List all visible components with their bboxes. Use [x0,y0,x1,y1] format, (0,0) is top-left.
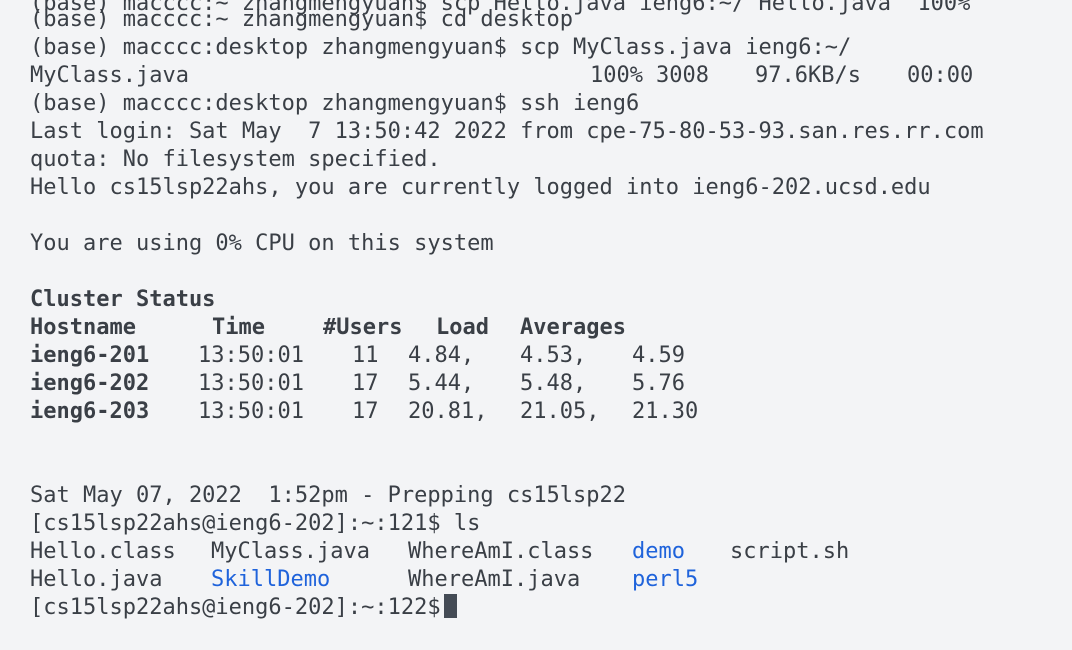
cluster-host: ieng6-202 [30,371,150,396]
ls-entry: script.sh [730,539,850,564]
command-line-scp: (base) macccc:desktop zhangmengyuan$ scp… [30,35,852,60]
cluster-users: 17 [352,371,379,396]
cluster-row: ieng6-202 13:50:01 17 5.44, 5.48, 5.76 [30,370,1072,398]
ls-entry: Hello.class [30,539,176,564]
ls-entry: MyClass.java [211,539,370,564]
transfer-percent: 100% [590,63,643,88]
header-hostname: Hostname [30,315,136,340]
cluster-time: 13:50:01 [198,371,304,396]
ls-output-row: Hello.class MyClass.java WhereAmI.class dem… [30,538,1072,566]
cluster-load-5: 4.53, [520,343,587,368]
header-load: Load [436,315,489,340]
cluster-load-15: 5.76 [632,371,685,396]
cluster-load-1: 4.84, [408,343,475,368]
ls-prompt-line: [cs15lsp22ahs@ieng6-202]:~:121$ ls [30,511,481,536]
text-cursor-icon [443,594,457,618]
header-time: Time [212,315,265,340]
cluster-users: 11 [352,343,379,368]
cluster-host: ieng6-203 [30,399,150,424]
last-login-line: Last login: Sat May 7 13:50:42 2022 from… [30,119,984,144]
cluster-header-row: Hostname Time #Users Load Averages [30,314,1072,342]
quota-line: quota: No filesystem specified. [30,147,441,172]
ls-entry: WhereAmI.java [408,567,581,592]
ls-entry-directory: SkillDemo [211,567,331,592]
cluster-time: 13:50:01 [198,399,304,424]
cluster-load-15: 4.59 [632,343,685,368]
transfer-file: MyClass.java [30,63,189,88]
header-users: #Users [323,315,403,340]
transfer-time: 00:00 [906,63,974,88]
cluster-row: ieng6-203 13:50:01 17 20.81, 21.05, 21.30 [30,398,1072,426]
cluster-host: ieng6-201 [30,343,150,368]
command-line-ssh: (base) macccc:desktop zhangmengyuan$ ssh… [30,91,640,116]
cluster-load-1: 5.44, [408,371,475,396]
cluster-load-5: 5.48, [520,371,587,396]
terminal-window[interactable]: (base) macccc:~ zhangmengyuan$ scp Hello… [0,0,1072,650]
cluster-status-title: Cluster Status [30,287,216,312]
transfer-rate: 97.6KB/s [754,63,861,88]
cluster-time: 13:50:01 [198,343,304,368]
scp-transfer-progress: MyClass.java 100% 3008 97.6KB/s 00:00 [30,62,1072,90]
ls-entry-directory: demo [632,539,685,564]
transfer-size: 3008 [655,63,709,88]
ls-entry-directory: perl5 [632,567,699,592]
hello-line: Hello cs15lsp22ahs, you are currently lo… [30,175,931,200]
ls-entry: WhereAmI.class [408,539,594,564]
cluster-row: ieng6-201 13:50:01 11 4.84, 4.53, 4.59 [30,342,1072,370]
cut-off-output-line: (base) macccc:~ zhangmengyuan$ scp Hello… [30,0,971,16]
current-prompt: [cs15lsp22ahs@ieng6-202]:~:122$ [30,595,441,620]
header-averages: Averages [520,315,626,340]
cluster-load-5: 21.05, [520,399,600,424]
ls-output-row: Hello.java SkillDemo WhereAmI.java perl5 [30,566,1072,594]
ls-entry: Hello.java [30,567,163,592]
cluster-load-15: 21.30 [632,399,699,424]
cluster-load-1: 20.81, [408,399,488,424]
cluster-users: 17 [352,399,379,424]
current-prompt-line[interactable]: [cs15lsp22ahs@ieng6-202]:~:122$ [30,594,1072,622]
date-prep-line: Sat May 07, 2022 1:52pm - Prepping cs15l… [30,483,627,508]
cpu-usage-line: You are using 0% CPU on this system [30,231,494,256]
